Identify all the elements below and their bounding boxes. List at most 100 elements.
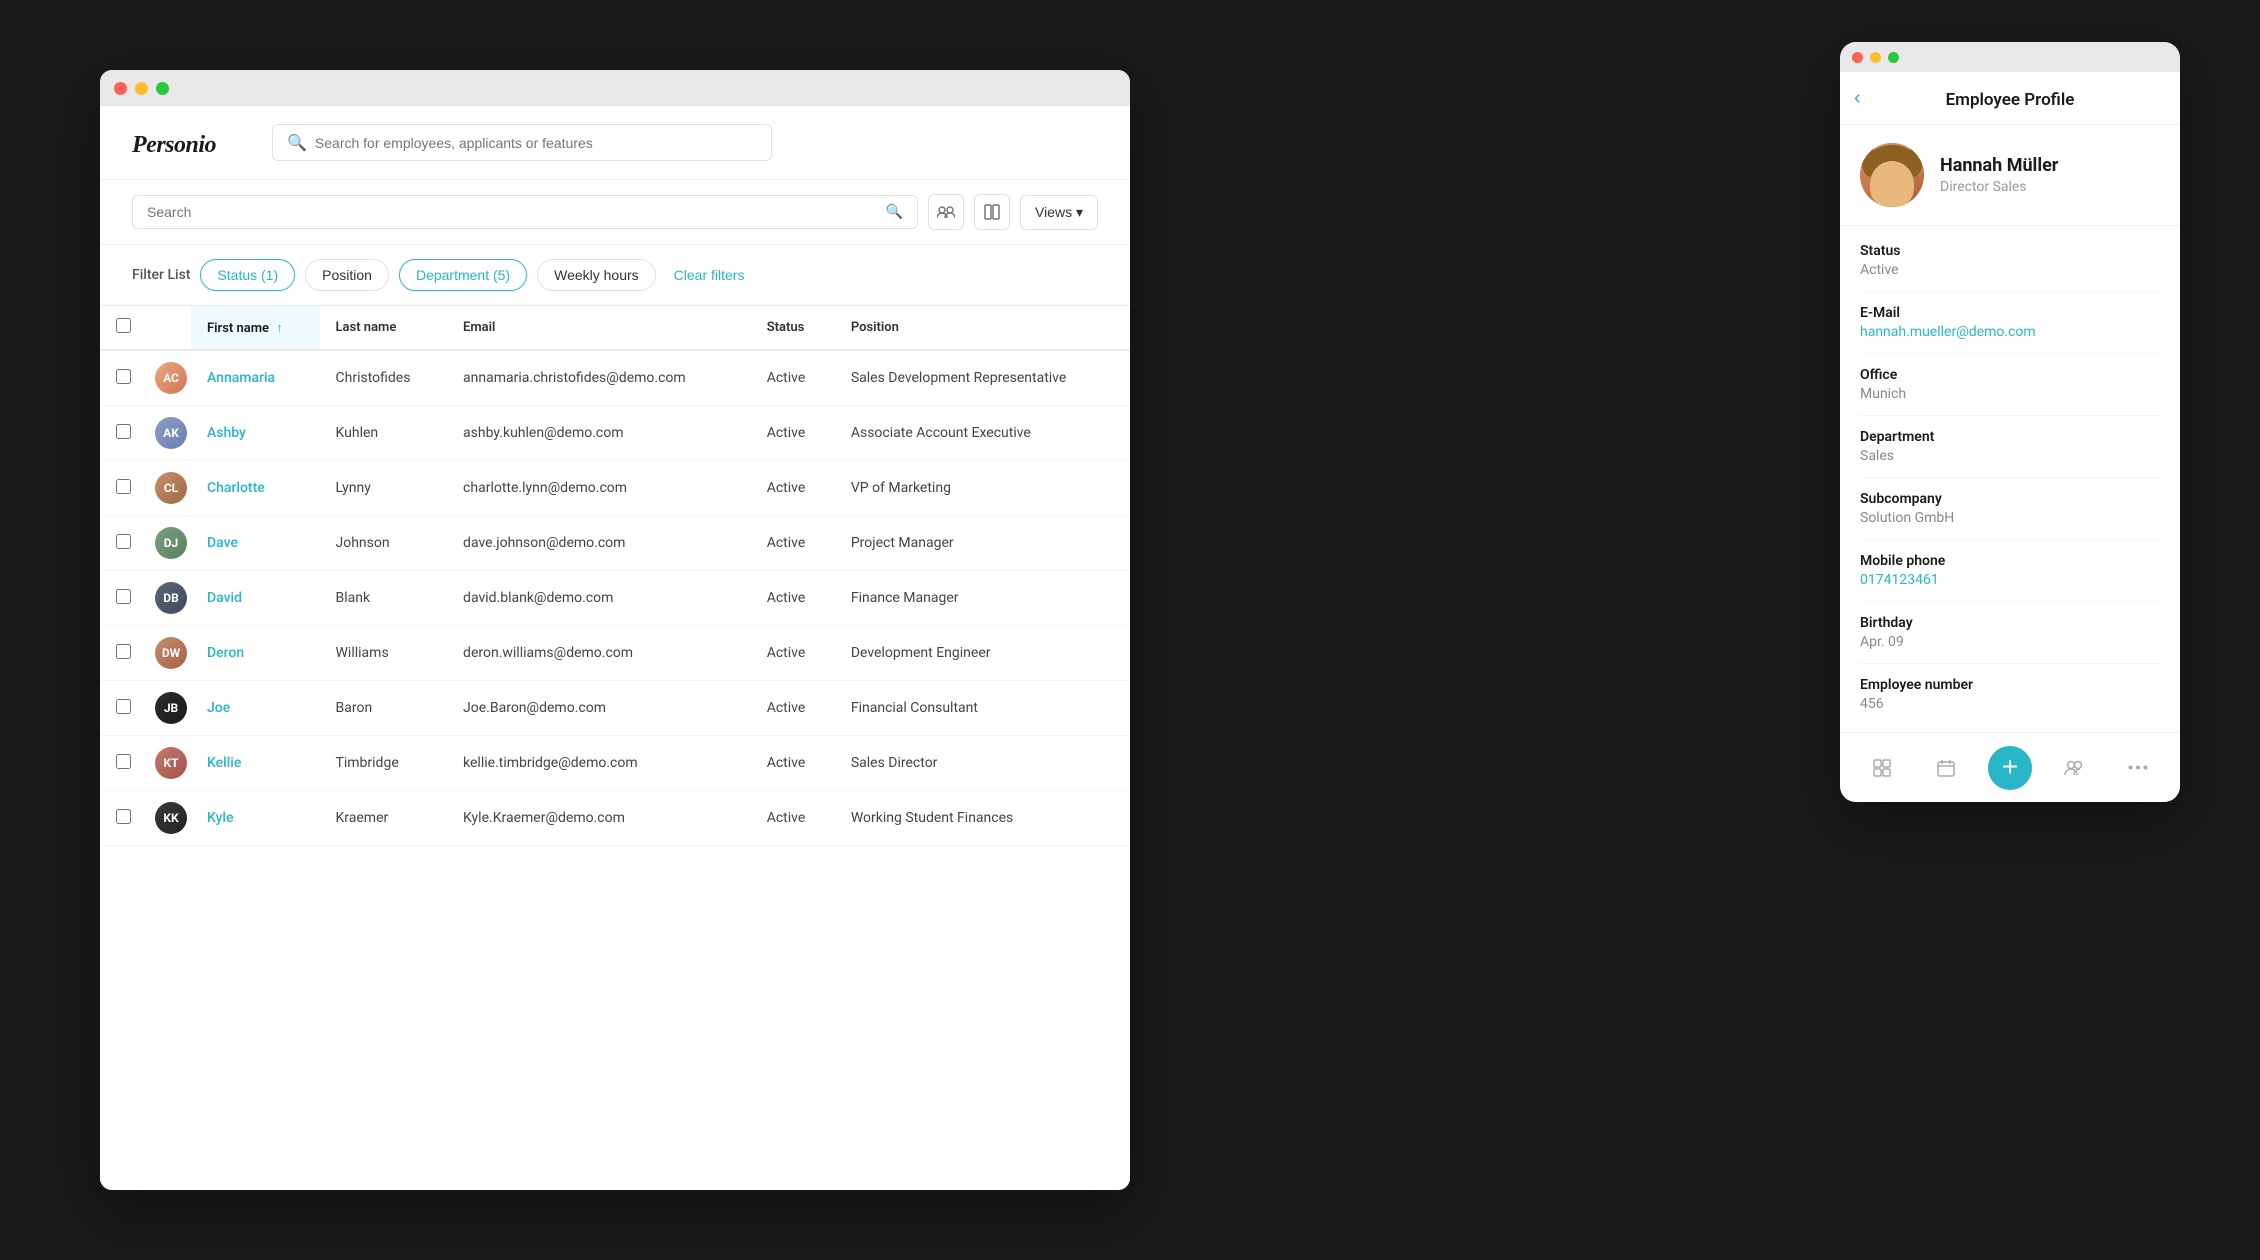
profile-detail-row: Mobile phone 0174123461 bbox=[1860, 540, 2160, 602]
last-name-col-header[interactable]: Last name bbox=[320, 306, 448, 350]
row-checkbox-6[interactable] bbox=[116, 699, 131, 714]
row-checkbox-cell bbox=[100, 736, 147, 791]
employee-name-link[interactable]: Annamaria bbox=[207, 370, 275, 386]
row-first-name: Annamaria bbox=[191, 350, 320, 406]
employee-name-link[interactable]: Kellie bbox=[207, 755, 241, 771]
employee-name-link[interactable]: Dave bbox=[207, 535, 238, 551]
row-checkbox-cell bbox=[100, 681, 147, 736]
calendar-icon bbox=[1937, 759, 1955, 777]
table-row: AC Annamaria Christofides annamaria.chri… bbox=[100, 350, 1130, 406]
back-button[interactable]: ‹ bbox=[1854, 88, 1861, 108]
window-titlebar bbox=[100, 70, 1130, 106]
profile-hero: Hannah Müller Director Sales bbox=[1840, 125, 2180, 226]
global-search-input[interactable] bbox=[315, 135, 757, 151]
add-icon: + bbox=[2002, 753, 2018, 781]
maximize-traffic-light[interactable] bbox=[156, 82, 169, 95]
table-body: AC Annamaria Christofides annamaria.chri… bbox=[100, 350, 1130, 846]
profile-detail-row: Status Active bbox=[1860, 230, 2160, 292]
grid-view-btn[interactable] bbox=[1860, 746, 1904, 790]
table-row: DJ Dave Johnson dave.johnson@demo.com Ac… bbox=[100, 516, 1130, 571]
table-header: First name ↑ Last name Email Status Posi… bbox=[100, 306, 1130, 350]
minimize-traffic-light[interactable] bbox=[135, 82, 148, 95]
row-avatar-cell: KK bbox=[147, 791, 191, 846]
global-search-bar[interactable]: 🔍 bbox=[272, 124, 772, 161]
employee-avatar: DW bbox=[155, 637, 187, 669]
row-avatar-cell: KT bbox=[147, 736, 191, 791]
profile-detail-row: Office Munich bbox=[1860, 354, 2160, 416]
first-name-col-header[interactable]: First name ↑ bbox=[191, 306, 320, 350]
employee-name-link[interactable]: Deron bbox=[207, 645, 244, 661]
weekly-hours-filter-btn[interactable]: Weekly hours bbox=[537, 259, 656, 291]
clear-filters-btn[interactable]: Clear filters bbox=[666, 260, 753, 290]
employee-search-wrap[interactable]: 🔍 bbox=[132, 195, 918, 229]
detail-label: Mobile phone bbox=[1860, 553, 2160, 569]
employee-avatar: KK bbox=[155, 802, 187, 834]
detail-value[interactable]: hannah.mueller@demo.com bbox=[1860, 324, 2160, 340]
detail-value: Munich bbox=[1860, 386, 2160, 402]
search-icon-global: 🔍 bbox=[287, 133, 307, 152]
position-col-header[interactable]: Position bbox=[835, 306, 1130, 350]
position-filter-btn[interactable]: Position bbox=[305, 259, 389, 291]
employee-name-link[interactable]: Charlotte bbox=[207, 480, 265, 496]
row-first-name: Kellie bbox=[191, 736, 320, 791]
profile-footer: + bbox=[1840, 732, 2180, 802]
row-position: Working Student Finances bbox=[835, 791, 1130, 846]
row-checkbox-3[interactable] bbox=[116, 534, 131, 549]
employee-avatar: DB bbox=[155, 582, 187, 614]
row-first-name: Charlotte bbox=[191, 461, 320, 516]
detail-value[interactable]: 0174123461 bbox=[1860, 572, 2160, 588]
detail-label: Status bbox=[1860, 243, 2160, 259]
group-icon-btn[interactable] bbox=[928, 194, 964, 230]
email-col-header[interactable]: Email bbox=[447, 306, 751, 350]
detail-value: Sales bbox=[1860, 448, 2160, 464]
row-checkbox-cell bbox=[100, 461, 147, 516]
employee-avatar: JB bbox=[155, 692, 187, 724]
row-checkbox-8[interactable] bbox=[116, 809, 131, 824]
team-btn[interactable] bbox=[2052, 746, 2096, 790]
employee-search-input[interactable] bbox=[147, 204, 878, 220]
employee-avatar: AK bbox=[155, 417, 187, 449]
columns-icon-btn[interactable] bbox=[974, 194, 1010, 230]
status-filter-btn[interactable]: Status (1) bbox=[200, 259, 295, 291]
row-position: Finance Manager bbox=[835, 571, 1130, 626]
row-checkbox-5[interactable] bbox=[116, 644, 131, 659]
profile-maximize-btn[interactable] bbox=[1888, 52, 1899, 63]
status-col-header[interactable]: Status bbox=[751, 306, 835, 350]
row-first-name: Joe bbox=[191, 681, 320, 736]
profile-avatar bbox=[1860, 143, 1924, 207]
more-btn[interactable] bbox=[2116, 746, 2160, 790]
row-avatar-cell: AC bbox=[147, 350, 191, 406]
employee-name-link[interactable]: David bbox=[207, 590, 242, 606]
row-avatar-cell: DB bbox=[147, 571, 191, 626]
employee-name-link[interactable]: Kyle bbox=[207, 810, 234, 826]
window-content: Personio 🔍 🔍 bbox=[100, 106, 1130, 1190]
row-checkbox-1[interactable] bbox=[116, 424, 131, 439]
add-action-btn[interactable]: + bbox=[1988, 746, 2032, 790]
row-position: Development Engineer bbox=[835, 626, 1130, 681]
row-checkbox-2[interactable] bbox=[116, 479, 131, 494]
close-traffic-light[interactable] bbox=[114, 82, 127, 95]
employee-name-link[interactable]: Joe bbox=[207, 700, 230, 716]
row-checkbox-0[interactable] bbox=[116, 369, 131, 384]
views-button[interactable]: Views ▾ bbox=[1020, 195, 1098, 230]
select-all-checkbox[interactable] bbox=[116, 318, 131, 333]
profile-details: Status Active E-Mail hannah.mueller@demo… bbox=[1840, 226, 2180, 802]
detail-value: Apr. 09 bbox=[1860, 634, 2160, 650]
row-checkbox-7[interactable] bbox=[116, 754, 131, 769]
logo-text: Personio bbox=[132, 132, 216, 158]
profile-minimize-btn[interactable] bbox=[1870, 52, 1881, 63]
row-last-name: Blank bbox=[320, 571, 448, 626]
row-checkbox-4[interactable] bbox=[116, 589, 131, 604]
row-email: ashby.kuhlen@demo.com bbox=[447, 406, 751, 461]
row-email: Joe.Baron@demo.com bbox=[447, 681, 751, 736]
department-filter-btn[interactable]: Department (5) bbox=[399, 259, 527, 291]
employee-avatar: DJ bbox=[155, 527, 187, 559]
detail-value: 456 bbox=[1860, 696, 2160, 712]
row-email: david.blank@demo.com bbox=[447, 571, 751, 626]
row-last-name: Williams bbox=[320, 626, 448, 681]
row-position: Project Manager bbox=[835, 516, 1130, 571]
calendar-btn[interactable] bbox=[1924, 746, 1968, 790]
employee-name-link[interactable]: Ashby bbox=[207, 425, 246, 441]
profile-close-btn[interactable] bbox=[1852, 52, 1863, 63]
row-avatar-cell: JB bbox=[147, 681, 191, 736]
